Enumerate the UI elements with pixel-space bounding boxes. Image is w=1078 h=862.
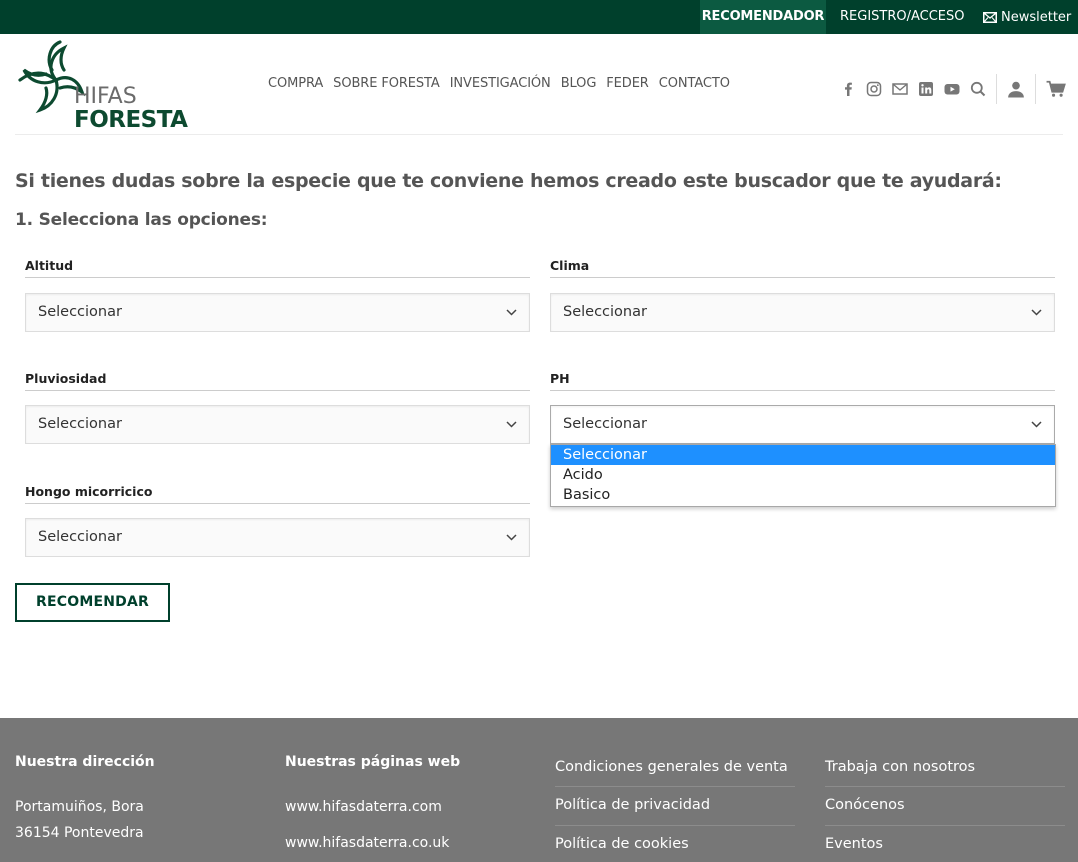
site-footer: Nuestra dirección Portamuiños, Bora 3615…	[0, 718, 1078, 862]
icon-divider	[996, 74, 997, 104]
footer-link-eventos[interactable]: Eventos	[825, 836, 1065, 852]
ph-select[interactable]: Seleccionar	[550, 405, 1055, 444]
chevron-down-icon	[1031, 309, 1042, 316]
hongo-label: Hongo micorricico	[25, 484, 530, 504]
clima-select-value: Seleccionar	[563, 304, 647, 320]
envelope-icon	[983, 12, 997, 23]
topbar-recomendador-link[interactable]: RECOMENDADOR	[700, 0, 826, 34]
ph-option-basico[interactable]: Basico	[551, 485, 1055, 505]
ph-option-acido[interactable]: Acido	[551, 465, 1055, 485]
altitud-label: Altitud	[25, 258, 530, 278]
pluviosidad-select[interactable]: Seleccionar	[25, 405, 530, 444]
newsletter-label: Newsletter	[1001, 9, 1072, 25]
hongo-select-value: Seleccionar	[38, 529, 122, 545]
nav-compra[interactable]: COMPRA	[268, 76, 323, 91]
footer-link-condiciones[interactable]: Condiciones generales de venta	[555, 759, 795, 775]
footer-link-conocenos[interactable]: Conócenos	[825, 797, 1065, 813]
youtube-icon[interactable]	[944, 81, 960, 97]
chevron-down-icon	[1031, 421, 1042, 428]
logo-line2: FORESTA	[74, 107, 188, 133]
footer-link-trabaja[interactable]: Trabaja con nosotros	[825, 759, 1065, 775]
step-heading: 1. Selecciona las opciones:	[15, 210, 268, 230]
footer-web-link-1[interactable]: www.hifasdaterra.com	[285, 799, 442, 815]
ph-option-seleccionar[interactable]: Seleccionar	[551, 445, 1055, 465]
footer-web-link-2[interactable]: www.hifasdaterra.co.uk	[285, 835, 449, 851]
nav-sobre-foresta[interactable]: SOBRE FORESTA	[333, 76, 440, 91]
hifas-foresta-logo[interactable]: HIFAS FORESTA	[16, 40, 188, 133]
footer-address-line2: 36154 Pontevedra	[15, 825, 144, 841]
chevron-down-icon	[506, 309, 517, 316]
header-divider	[15, 134, 1063, 135]
instagram-icon[interactable]	[866, 81, 882, 97]
altitud-select[interactable]: Seleccionar	[25, 293, 530, 332]
topbar-registro-link[interactable]: REGISTRO/ACCESO	[840, 0, 965, 34]
nav-blog[interactable]: BLOG	[561, 76, 597, 91]
footer-divider	[555, 825, 795, 826]
footer-divider	[825, 786, 1065, 787]
top-bar: RECOMENDADOR REGISTRO/ACCESO Newsletter	[0, 0, 1078, 34]
ph-select-value: Seleccionar	[563, 416, 647, 432]
footer-address-title: Nuestra dirección	[15, 754, 155, 770]
footer-link-cookies[interactable]: Política de cookies	[555, 836, 795, 852]
email-icon[interactable]	[892, 81, 908, 97]
intro-heading: Si tienes dudas sobre la especie que te …	[15, 170, 1002, 192]
facebook-icon[interactable]	[840, 81, 856, 97]
footer-link-privacidad[interactable]: Política de privacidad	[555, 797, 795, 813]
search-icon[interactable]	[970, 81, 986, 97]
shopping-cart-icon[interactable]	[1046, 80, 1066, 98]
clima-select[interactable]: Seleccionar	[550, 293, 1055, 332]
nav-investigacion[interactable]: INVESTIGACIÓN	[450, 76, 551, 91]
chevron-down-icon	[506, 534, 517, 541]
icon-divider	[1035, 74, 1036, 104]
footer-web-title: Nuestras páginas web	[285, 754, 461, 770]
pluviosidad-label: Pluviosidad	[25, 371, 530, 391]
nav-contacto[interactable]: CONTACTO	[659, 76, 730, 91]
footer-divider	[825, 825, 1065, 826]
user-account-icon[interactable]	[1007, 80, 1025, 98]
header-icons	[830, 74, 1066, 104]
footer-divider	[555, 786, 795, 787]
site-header: HIFAS FORESTA COMPRA SOBRE FORESTA INVES…	[0, 34, 1078, 134]
logo-line1: HIFAS	[74, 84, 137, 109]
pluviosidad-select-value: Seleccionar	[38, 416, 122, 432]
nav-feder[interactable]: FEDER	[606, 76, 649, 91]
ph-dropdown-list: Seleccionar Acido Basico	[550, 444, 1056, 507]
chevron-down-icon	[506, 421, 517, 428]
footer-address-line1: Portamuiños, Bora	[15, 799, 144, 815]
clima-label: Clima	[550, 258, 1055, 278]
topbar-newsletter-link[interactable]: Newsletter	[983, 0, 1071, 34]
linkedin-icon[interactable]	[918, 81, 934, 97]
altitud-select-value: Seleccionar	[38, 304, 122, 320]
ph-label: PH	[550, 371, 1055, 391]
main-nav: COMPRA SOBRE FORESTA INVESTIGACIÓN BLOG …	[268, 76, 730, 91]
recomendar-button[interactable]: RECOMENDAR	[15, 583, 170, 622]
hongo-select[interactable]: Seleccionar	[25, 518, 530, 557]
